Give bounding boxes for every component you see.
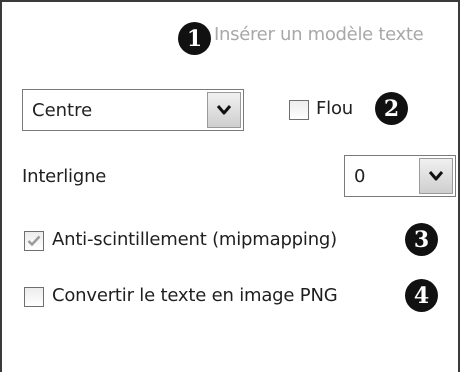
- line-spacing-select[interactable]: 0: [344, 155, 456, 197]
- blur-checkbox[interactable]: [289, 100, 309, 120]
- line-spacing-select-value: 0: [354, 165, 366, 187]
- callout-badge-3: 3: [405, 223, 438, 256]
- callout-badge-4: 4: [405, 279, 438, 312]
- blur-label: Flou: [316, 98, 353, 119]
- alignment-select-value: Centre: [32, 99, 93, 121]
- checkmark-icon: [27, 235, 41, 247]
- alignment-dropdown-button[interactable]: [207, 92, 241, 128]
- png-convert-label: Convertir le texte en image PNG: [52, 285, 338, 306]
- png-convert-checkbox[interactable]: [24, 287, 44, 307]
- callout-badge-2: 2: [375, 92, 408, 125]
- anti-flicker-label: Anti-scintillement (mipmapping): [52, 229, 337, 250]
- chevron-down-icon: [216, 105, 232, 115]
- alignment-select[interactable]: Centre: [22, 89, 244, 131]
- line-spacing-label: Interligne: [22, 166, 107, 187]
- anti-flicker-checkbox[interactable]: [24, 231, 44, 251]
- line-spacing-dropdown-button[interactable]: [419, 158, 453, 194]
- callout-badge-1: 1: [178, 22, 211, 55]
- insert-text-template-link[interactable]: Insérer un modèle texte: [214, 24, 424, 45]
- chevron-down-icon: [428, 171, 444, 181]
